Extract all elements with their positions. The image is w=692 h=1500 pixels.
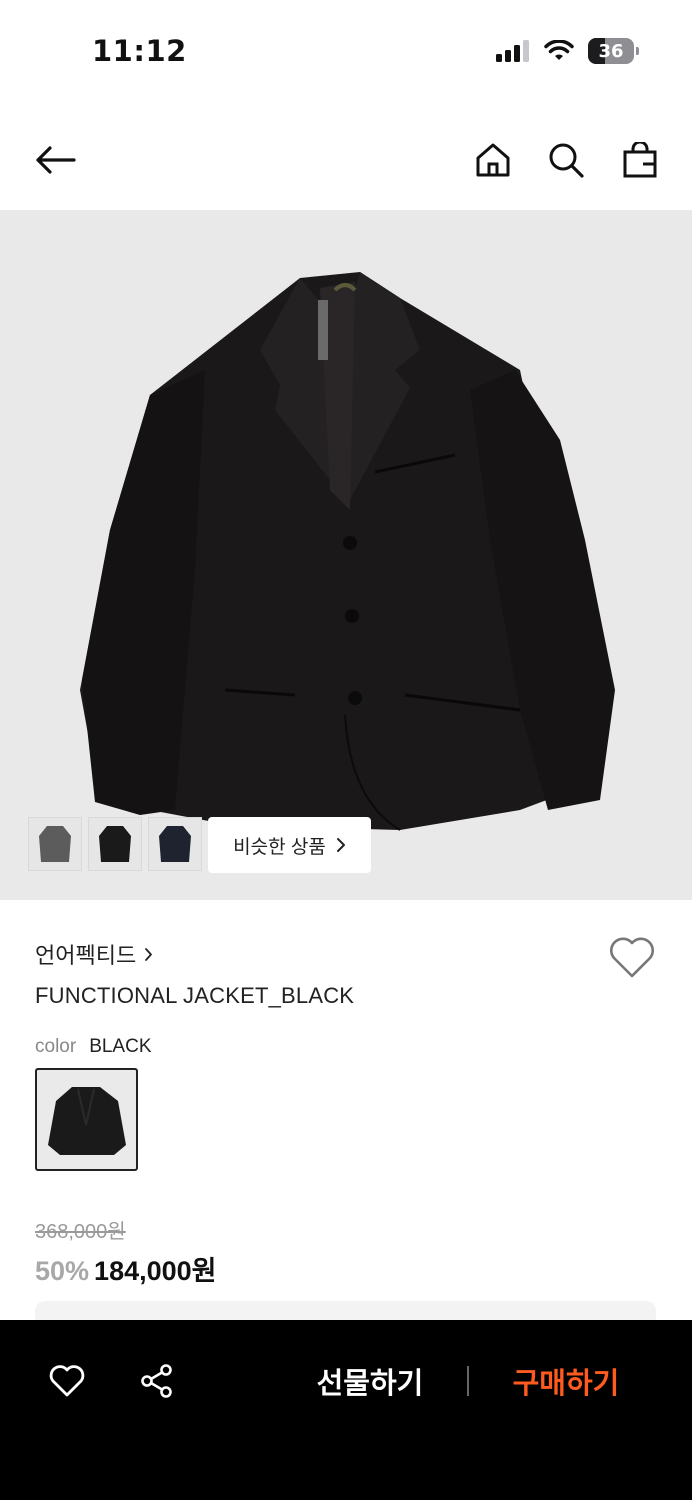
- swatch-image: [47, 1086, 126, 1155]
- color-swatch-black[interactable]: [35, 1068, 138, 1171]
- bottom-action-bar: 선물하기 구매하기: [0, 1320, 692, 1500]
- product-name: FUNCTIONAL JACKET_BLACK: [35, 983, 355, 1008]
- buy-button[interactable]: 구매하기: [496, 1358, 636, 1404]
- chevron-right-icon: [145, 947, 153, 961]
- cart-button[interactable]: [610, 130, 670, 190]
- heart-icon: [49, 1365, 85, 1397]
- bottom-wishlist-button[interactable]: [42, 1358, 92, 1404]
- gift-button[interactable]: 선물하기: [300, 1358, 440, 1404]
- color-selection-row: color BLACK: [35, 1036, 152, 1058]
- thumbnail-gray[interactable]: [28, 817, 82, 871]
- home-button[interactable]: [463, 130, 523, 190]
- chevron-right-icon: [336, 838, 345, 852]
- product-image-gallery[interactable]: 비슷한 상품: [0, 210, 692, 900]
- top-navigation: [0, 120, 692, 200]
- battery-icon: 36: [588, 38, 639, 64]
- status-time: 11:12: [92, 34, 187, 68]
- discount-rate: 50%: [35, 1256, 90, 1286]
- action-divider: [467, 1366, 469, 1396]
- similar-products-button[interactable]: 비슷한 상품: [208, 817, 371, 873]
- thumbnail-navy[interactable]: [148, 817, 202, 871]
- brand-link[interactable]: 언어펙티드: [35, 938, 153, 970]
- status-bar: 11:12 36: [0, 0, 692, 100]
- original-price: 368,000원: [35, 1221, 126, 1243]
- thumbnail-strip: [28, 817, 202, 871]
- brand-name: 언어펙티드: [35, 943, 137, 968]
- color-label: color: [35, 1036, 77, 1057]
- search-icon: [549, 143, 584, 178]
- share-button[interactable]: [132, 1358, 182, 1404]
- heart-icon: [609, 937, 655, 978]
- shopping-bag-icon: [623, 142, 657, 178]
- similar-products-label: 비슷한 상품: [233, 836, 326, 858]
- home-icon: [476, 143, 510, 177]
- cellular-signal-icon: [496, 40, 529, 62]
- search-button[interactable]: [536, 130, 596, 190]
- color-value: BLACK: [89, 1036, 152, 1057]
- wishlist-button[interactable]: [608, 936, 656, 980]
- back-button[interactable]: [26, 130, 86, 190]
- product-image: [80, 272, 615, 831]
- thumbnail-black[interactable]: [88, 817, 142, 871]
- price-row: 50% 184,000원: [35, 1249, 217, 1288]
- status-icons: 36: [496, 38, 639, 64]
- share-icon: [141, 1364, 172, 1398]
- sale-price: 184,000원: [94, 1256, 217, 1286]
- battery-level: 36: [598, 40, 624, 62]
- arrow-left-icon: [36, 146, 76, 174]
- wifi-icon: [544, 40, 574, 60]
